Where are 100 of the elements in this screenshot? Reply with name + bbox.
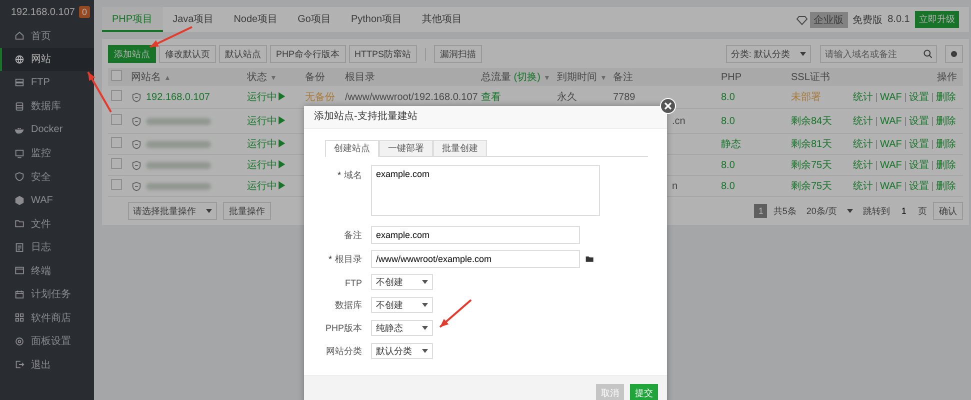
dialog-tab[interactable]: 创建站点 <box>325 140 379 157</box>
select-field[interactable]: 纯静态 <box>371 320 433 336</box>
ssl-status-link[interactable]: 剩余81天 <box>791 139 832 150</box>
action-link[interactable]: 设置 <box>904 140 932 148</box>
sidebar-item[interactable]: 计划任务 <box>0 282 94 306</box>
sidebar-item[interactable]: 软件商店 <box>0 306 94 330</box>
action-link[interactable]: WAF <box>876 92 905 102</box>
sidebar-item[interactable]: 监控 <box>0 142 94 165</box>
row-checkbox[interactable] <box>111 70 122 81</box>
toolbar-button[interactable]: 默认站点 <box>219 45 267 63</box>
category-select[interactable]: 分类: 默认分类 <box>726 45 811 63</box>
sidebar-item[interactable]: 面板设置 <box>0 330 94 353</box>
select-field[interactable]: 不创建 <box>371 297 433 313</box>
notification-badge[interactable]: 0 <box>78 6 90 18</box>
status-toggle[interactable]: 运行中▶ <box>247 160 287 171</box>
toolbar-button[interactable]: 修改默认页 <box>159 45 216 63</box>
traffic-link[interactable]: 查看 <box>481 92 501 103</box>
ssl-status-link[interactable]: 剩余75天 <box>791 160 832 171</box>
project-tab[interactable]: PHP项目 <box>102 7 163 32</box>
dialog-tab[interactable]: 批量创建 <box>433 140 487 156</box>
action-link[interactable]: 删除 <box>932 116 959 126</box>
sidebar-item[interactable]: 网站 <box>0 48 94 71</box>
sidebar-item[interactable]: 数据库 <box>0 94 94 118</box>
action-link[interactable]: WAF <box>876 182 905 190</box>
column-header[interactable]: PHP <box>721 72 742 82</box>
toolbar-button[interactable]: 添加站点 <box>108 45 156 63</box>
sidebar-item[interactable]: 文件 <box>0 212 94 236</box>
row-checkbox[interactable] <box>111 179 122 190</box>
action-link[interactable]: 删除 <box>932 182 959 190</box>
row-checkbox[interactable] <box>111 114 122 125</box>
caret-icon <box>846 209 853 213</box>
sidebar-item[interactable]: 安全 <box>0 165 94 188</box>
site-name-link[interactable]: 192.168.0.107 <box>146 92 210 102</box>
toolbar-button[interactable]: 漏洞扫描 <box>434 45 482 63</box>
status-toggle[interactable]: 运行中▶ <box>247 92 287 103</box>
ssl-status-link[interactable]: 剩余75天 <box>791 181 832 192</box>
folder-icon[interactable] <box>585 254 595 264</box>
column-header[interactable]: 备注 <box>613 72 633 83</box>
sidebar-item[interactable]: WAF <box>0 188 94 212</box>
action-link[interactable]: 设置 <box>904 160 932 170</box>
action-link[interactable]: WAF <box>876 116 905 126</box>
action-link[interactable]: 设置 <box>904 92 932 102</box>
php-version-link[interactable]: 8.0 <box>721 160 735 170</box>
submit-button[interactable]: 提交 <box>630 384 658 400</box>
confirm-button[interactable]: 确认 <box>932 202 963 220</box>
php-version-link[interactable]: 静态 <box>721 139 741 150</box>
select-field[interactable]: 不创建 <box>371 274 433 290</box>
root-path-link[interactable]: /www/wwwroot/192.168.0.107 <box>345 92 478 102</box>
action-link[interactable]: WAF <box>876 160 905 170</box>
sidebar-item[interactable]: 退出 <box>0 353 94 376</box>
select-field[interactable]: 默认分类 <box>371 343 433 359</box>
action-link[interactable]: WAF <box>876 140 905 148</box>
php-version-link[interactable]: 8.0 <box>721 180 735 192</box>
input-field[interactable]: example.com <box>371 226 580 244</box>
page-size-select[interactable]: 20条/页 <box>802 203 857 219</box>
ssl-status-link[interactable]: 剩余84天 <box>791 116 832 127</box>
sidebar-item[interactable]: 日志 <box>0 236 94 259</box>
php-version-link[interactable]: 8.0 <box>721 116 735 126</box>
project-tab[interactable]: Node项目 <box>224 7 288 32</box>
sidebar-item[interactable]: FTP <box>0 71 94 94</box>
column-header[interactable]: SSL证书 <box>791 72 830 83</box>
batch-select[interactable]: 请选择批量操作 <box>128 202 217 220</box>
row-checkbox[interactable] <box>111 137 122 148</box>
action-link[interactable]: 设置 <box>904 116 932 126</box>
toolbar-button[interactable]: PHP命令行版本 <box>270 45 346 63</box>
action-link[interactable]: 统计 <box>850 92 876 102</box>
action-link[interactable]: 统计 <box>850 140 876 148</box>
status-toggle[interactable]: 运行中▶ <box>247 181 287 192</box>
domain-field[interactable]: example.com <box>371 165 600 216</box>
php-version-link[interactable]: 8.0 <box>721 92 735 102</box>
row-checkbox[interactable] <box>111 158 122 169</box>
action-link[interactable]: 删除 <box>932 92 959 102</box>
action-link[interactable]: 删除 <box>932 160 959 170</box>
project-tab[interactable]: 其他项目 <box>412 7 472 32</box>
status-toggle[interactable]: 运行中▶ <box>247 139 287 150</box>
project-tab[interactable]: Java项目 <box>162 7 224 32</box>
dialog-tab[interactable]: 一键部署 <box>379 140 433 156</box>
path-field[interactable]: /www/wwwroot/example.com <box>371 250 580 268</box>
column-header[interactable]: 备份 <box>305 72 325 83</box>
toolbar-button[interactable]: HTTPS防窜站 <box>348 45 418 63</box>
settings-button[interactable] <box>944 45 963 63</box>
sidebar-item[interactable]: 终端 <box>0 259 94 282</box>
close-icon[interactable] <box>660 98 676 114</box>
project-tab[interactable]: Python项目 <box>340 7 412 32</box>
action-link[interactable]: 删除 <box>932 140 959 148</box>
sidebar-item[interactable]: Docker <box>0 118 94 142</box>
upgrade-button[interactable]: 立即升级 <box>914 11 959 28</box>
action-link[interactable]: 设置 <box>904 182 932 190</box>
batch-button[interactable]: 批量操作 <box>223 202 271 220</box>
project-tab[interactable]: Go项目 <box>288 7 341 32</box>
search-field[interactable]: 请输入域名或备注 <box>820 45 937 63</box>
column-header[interactable]: 根目录 <box>345 72 375 83</box>
action-link[interactable]: 统计 <box>850 116 876 126</box>
page-button[interactable]: 1 <box>754 204 768 218</box>
row-checkbox[interactable] <box>111 90 122 101</box>
status-toggle[interactable]: 运行中▶ <box>247 116 287 127</box>
action-link[interactable]: 统计 <box>850 182 876 190</box>
sidebar-item[interactable]: 首页 <box>0 24 94 48</box>
column-header[interactable]: 操作 <box>936 72 957 83</box>
action-link[interactable]: 统计 <box>850 160 876 170</box>
